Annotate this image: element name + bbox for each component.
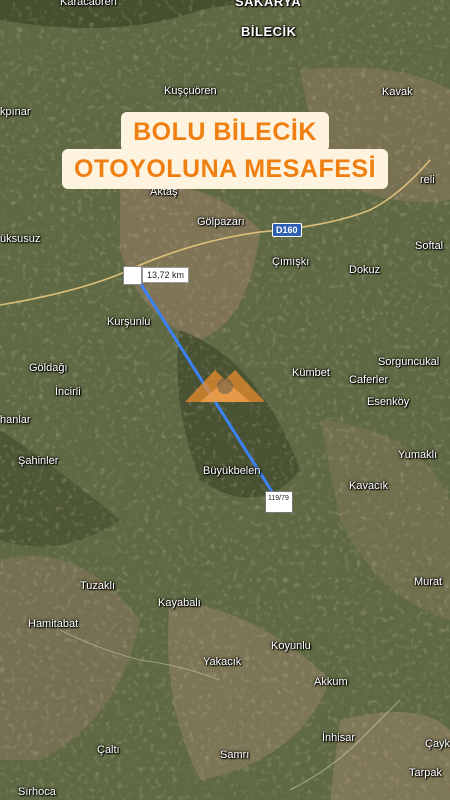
place-inhisar: İnhisar xyxy=(322,732,356,744)
place-murat: Murat xyxy=(414,576,443,588)
place-cayk: Çayk xyxy=(425,738,450,750)
place-esenkoy: Esenköy xyxy=(367,396,410,408)
place-caferler: Caferler xyxy=(349,374,389,386)
place-kavak: Kavak xyxy=(382,86,413,98)
place-bilecik: BİLECİK xyxy=(241,24,297,39)
place-kayabali: Kayabalı xyxy=(158,597,201,609)
place-softa: Softal xyxy=(415,240,444,252)
place-kuscuoren: Kuşçuören xyxy=(164,85,217,97)
place-calti: Çaltı xyxy=(97,744,120,756)
place-kursunlu: Kurşunlu xyxy=(107,316,151,328)
place-sirhoca: Sırhoca xyxy=(18,786,56,798)
start-marker xyxy=(123,266,142,285)
place-buksusuz: üksusuz xyxy=(0,233,41,245)
place-yumakli: Yumaklı xyxy=(398,449,438,461)
place-tuzakli: Tuzaklı xyxy=(80,580,116,592)
place-samri: Samrı xyxy=(220,749,250,761)
place-incirli: İncirli xyxy=(55,386,81,398)
satellite-map[interactable]: 13,72 km 119/79 D160 Karacaören SAKARYA … xyxy=(0,0,450,800)
place-sahinler: Şahinler xyxy=(18,455,59,467)
distance-label: 13,72 km xyxy=(142,267,190,283)
road-shield-d160: D160 xyxy=(272,223,302,237)
place-koyunlu: Koyunlu xyxy=(271,640,311,652)
place-tarpak: Tarpak xyxy=(409,767,443,779)
headline-line-2: OTOYOLUNA MESAFESİ xyxy=(61,149,389,189)
parcel-label: 119/79 xyxy=(265,491,293,513)
place-hamitabat: Hamitabat xyxy=(28,618,79,630)
place-hanlar: hanlar xyxy=(0,414,31,426)
place-sorguncukal: Sorguncukal xyxy=(378,356,440,368)
place-kavacik: Kavacık xyxy=(349,480,389,492)
headline-line-2-wrap: OTOYOLUNA MESAFESİ xyxy=(0,149,450,189)
place-cimiski: Çımışkı xyxy=(272,256,310,268)
place-goldagi: Göldağı xyxy=(29,362,68,374)
place-dokuz: Dokuz xyxy=(349,264,381,276)
headline-line-1-wrap: BOLU BİLECİK xyxy=(0,112,450,152)
logo-icon xyxy=(185,370,265,402)
place-sakarya: SAKARYA xyxy=(235,0,302,9)
place-akkum: Akkum xyxy=(314,676,348,688)
place-buyukbelen: Büyükbelen xyxy=(203,465,261,477)
place-karacaoren: Karacaören xyxy=(60,0,117,8)
place-yakacik: Yakacık xyxy=(203,656,242,668)
place-kumbet: Kümbet xyxy=(292,367,330,379)
place-golpazari: Gölpazarı xyxy=(197,216,245,228)
headline-line-1: BOLU BİLECİK xyxy=(121,112,329,152)
